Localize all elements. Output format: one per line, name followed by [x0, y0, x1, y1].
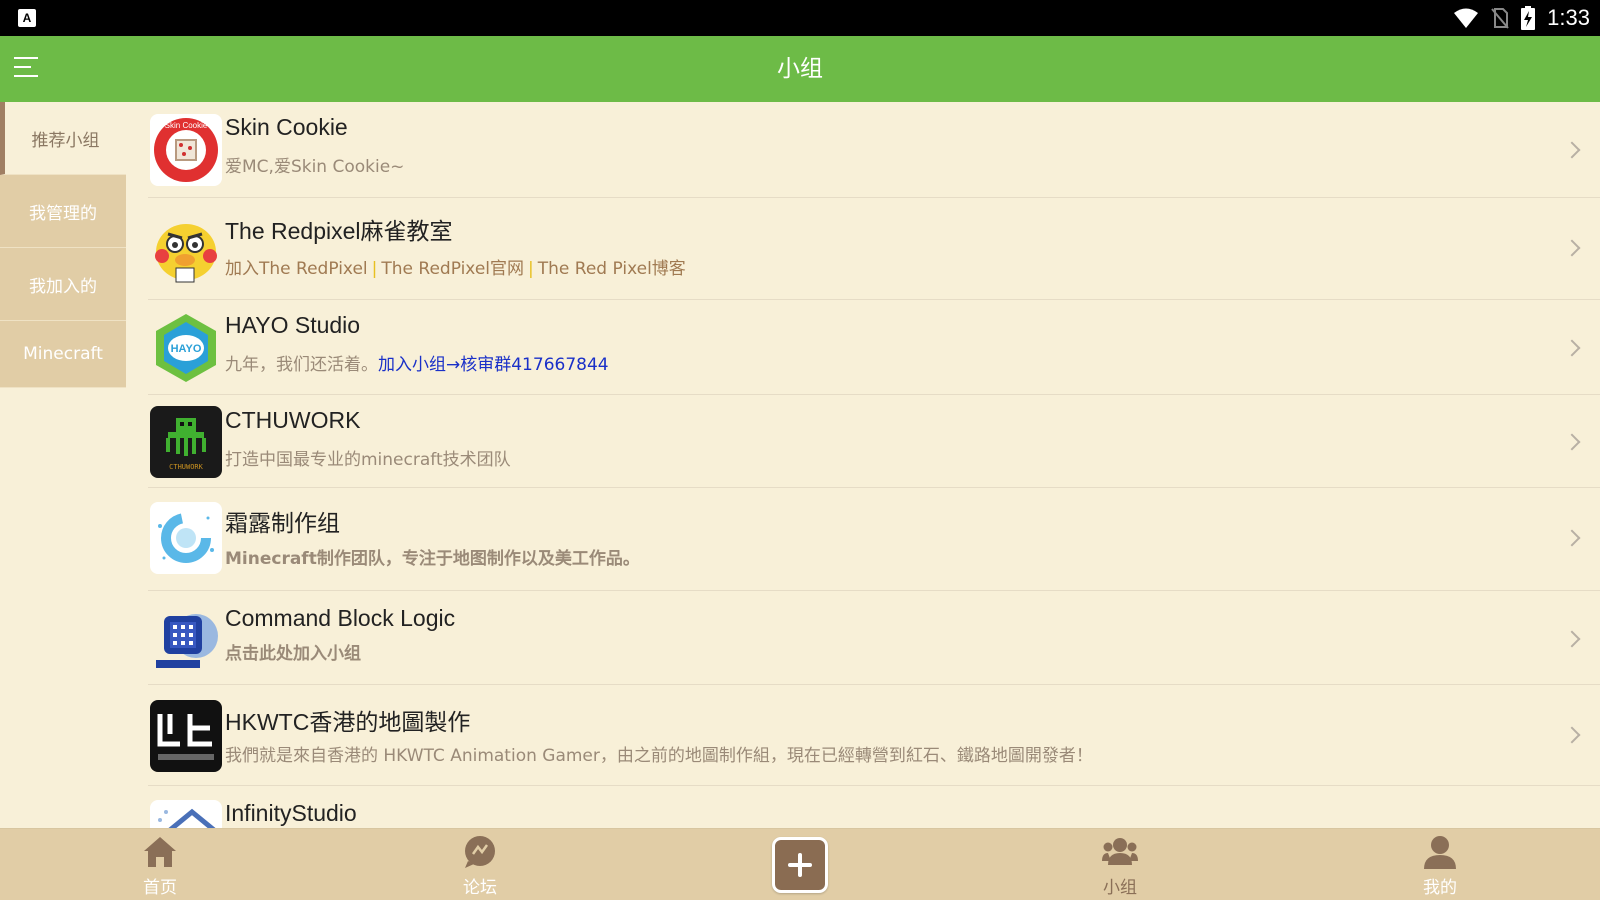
group-row[interactable]: HAYO HAYO Studio 九年，我们还活着。加入小组→核审群417667…	[148, 300, 1600, 395]
skin-cookie-logo-text: Skin Cookie	[165, 121, 208, 130]
chevron-right-icon	[1563, 239, 1581, 257]
redpixel-join-link[interactable]: 加入The RedPixel	[225, 259, 368, 279]
cthuwork-logo-text: CTHUWORK	[169, 463, 204, 471]
sidebar-item-minecraft[interactable]: Minecraft	[0, 321, 126, 388]
group-row[interactable]: Command Block Logic 点击此处加入小组	[148, 591, 1600, 685]
command-block-logic-logo	[150, 604, 222, 676]
group-name: 霜露制作组	[225, 510, 340, 536]
group-description: 加入The RedPixel | The RedPixel官网 | The Red Pi…	[225, 254, 686, 279]
group-icon	[1102, 838, 1138, 865]
separator: |	[371, 259, 378, 279]
group-name: InfinityStudio	[225, 800, 357, 826]
add-button[interactable]	[772, 837, 828, 893]
group-name: HAYO Studio	[225, 312, 361, 338]
group-row[interactable]: Skin Cookie Skin Cookie 爱MC,爱Skin Cookie…	[148, 102, 1600, 198]
group-name: Command Block Logic	[225, 605, 456, 631]
group-row[interactable]: CTHUWORK CTHUWORK 打造中国最专业的minecraft技术团队	[148, 395, 1600, 488]
chevron-right-icon	[1563, 630, 1581, 648]
nav-profile[interactable]: 我的	[1380, 829, 1500, 900]
group-name: HKWTC香港的地圖製作	[225, 709, 471, 735]
frost-logo	[150, 502, 222, 574]
nav-forum[interactable]: 论坛	[420, 829, 540, 900]
group-row[interactable]: The Redpixel麻雀教室 加入The RedPixel | The RedP…	[148, 198, 1600, 300]
group-row[interactable]: InfinityStudio	[148, 786, 1600, 828]
nav-group-label: 小组	[1103, 878, 1137, 898]
hkwtc-logo	[150, 700, 222, 772]
group-list: Skin Cookie Skin Cookie 爱MC,爱Skin Cookie…	[148, 102, 1600, 828]
group-description: 爱MC,爱Skin Cookie~	[225, 157, 405, 177]
chevron-right-icon	[1563, 529, 1581, 547]
bottom-navigation: 首页 论坛 小组 我的	[0, 828, 1600, 900]
nav-home[interactable]: 首页	[100, 829, 220, 900]
status-bar: A 1:33	[0, 0, 1600, 36]
skin-cookie-logo: Skin Cookie	[150, 114, 222, 186]
redpixel-blog-link[interactable]: The Red Pixel博客	[538, 259, 686, 279]
infinity-studio-logo	[150, 800, 222, 828]
no-sim-icon	[1491, 8, 1509, 29]
wifi-icon	[1454, 8, 1479, 28]
app-notification-icon: A	[18, 9, 36, 27]
group-row[interactable]: 霜露制作组 Minecraft制作团队，专注于地图制作以及美工作品。	[148, 488, 1600, 591]
chevron-right-icon	[1563, 726, 1581, 744]
sidebar-item-joined[interactable]: 我加入的	[0, 248, 126, 321]
hayo-logo-text: HAYO	[171, 343, 202, 355]
battery-charging-icon	[1521, 6, 1536, 30]
cthuwork-logo: CTHUWORK	[150, 406, 222, 478]
chat-icon	[465, 836, 495, 868]
app-bar: 小组	[0, 36, 1600, 102]
hayo-desc-text: 九年，我们还活着。	[225, 355, 378, 375]
group-join-link[interactable]: 点击此处加入小组	[225, 639, 361, 664]
hayo-join-link[interactable]: 加入小组→核审群417667844	[378, 355, 609, 375]
profile-icon	[1424, 836, 1456, 869]
group-row[interactable]: HKWTC香港的地圖製作 我們就是來自香港的 HKWTC Animation G…	[148, 685, 1600, 786]
separator: |	[528, 259, 534, 279]
group-description: 九年，我们还活着。加入小组→核审群417667844	[225, 350, 609, 375]
clock: 1:33	[1547, 5, 1590, 30]
chevron-right-icon	[1563, 339, 1581, 357]
group-description: 打造中国最专业的minecraft技术团队	[225, 450, 511, 470]
hayo-logo: HAYO	[150, 312, 222, 384]
page-title: 小组	[777, 56, 823, 82]
sidebar-item-recommended[interactable]: 推荐小组	[0, 102, 126, 175]
nav-forum-label: 论坛	[463, 878, 497, 898]
chevron-right-icon	[1563, 433, 1581, 451]
chevron-right-icon	[1563, 141, 1581, 159]
group-name: The Redpixel麻雀教室	[225, 218, 453, 244]
group-description: 我們就是來自香港的 HKWTC Animation Gamer，由之前的地圖制作…	[225, 746, 1093, 766]
nav-profile-label: 我的	[1423, 878, 1457, 898]
group-name: CTHUWORK	[225, 407, 361, 433]
redpixel-logo	[150, 212, 222, 284]
group-name: Skin Cookie	[225, 114, 348, 140]
group-description: Minecraft制作团队，专注于地图制作以及美工作品。	[225, 549, 640, 569]
nav-home-label: 首页	[143, 878, 177, 898]
home-icon	[144, 837, 176, 867]
nav-group[interactable]: 小组	[1060, 829, 1180, 900]
redpixel-site-link[interactable]: The RedPixel官网	[381, 259, 524, 279]
sidebar-item-managed[interactable]: 我管理的	[0, 175, 126, 248]
sidebar: 推荐小组 我管理的 我加入的 Minecraft	[0, 102, 126, 388]
